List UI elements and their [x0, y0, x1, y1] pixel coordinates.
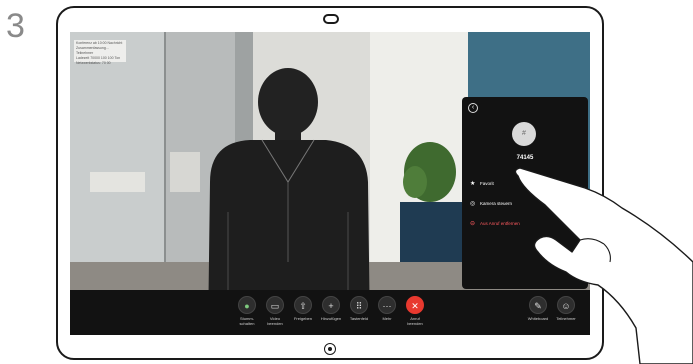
stats-line: Zusammenfassung... Teilnehmer — [76, 46, 109, 55]
favorite-menu-item[interactable]: ★ Favorit — [470, 179, 494, 189]
participant-panel: ‹ # 74145 ★ Favorit ◎ Kamera steuern ⊖ Aus … — [462, 97, 588, 289]
keypad-icon: ⠿ — [350, 296, 368, 314]
menu-item-label: Aus Anruf entfernen — [480, 221, 520, 226]
back-button[interactable]: ‹ — [468, 103, 478, 113]
participants-icon: ☺ — [557, 296, 575, 314]
panel-scrollbar[interactable] — [583, 187, 585, 217]
end-call-icon: ✕ — [406, 296, 424, 314]
end-call-button[interactable]: ✕ Anruf beenden — [397, 296, 433, 326]
share-icon: ⇧ — [294, 296, 312, 314]
device-camera-icon — [323, 14, 339, 24]
participants-button[interactable]: ☺ Teilnehmer — [548, 296, 584, 321]
video-call-screen: Konferenz ab 10:00 Nachricht Zusammenfas… — [70, 32, 590, 335]
call-toolbar: ● Stumm- schalten ▭ Video beenden ⇧ Frei… — [70, 290, 590, 335]
device-home-button[interactable] — [324, 343, 336, 355]
plus-icon: + — [322, 296, 340, 314]
menu-item-label: Kamera steuern — [480, 201, 513, 206]
step-number: 3 — [6, 7, 25, 45]
stats-line: Netzwerkstatus: 70 00 — [76, 61, 111, 65]
star-icon: ★ — [470, 181, 476, 187]
self-view-stats: Konferenz ab 10:00 Nachricht Zusammenfas… — [74, 40, 126, 65]
video-icon: ▭ — [266, 296, 284, 314]
end-call-label: Anruf beenden — [407, 316, 423, 326]
camera-control-menu-item[interactable]: ◎ Kamera steuern — [470, 199, 512, 209]
chevron-left-icon: ‹ — [471, 104, 475, 111]
contact-avatar: # — [512, 122, 536, 146]
participants-label: Teilnehmer — [556, 316, 576, 321]
whiteboard-icon: ✎ — [529, 296, 547, 314]
touch-device-frame: Konferenz ab 10:00 Nachricht Zusammenfas… — [56, 6, 604, 360]
remove-from-call-menu-item[interactable]: ⊖ Aus Anruf entfernen — [470, 219, 520, 229]
microphone-icon: ● — [238, 296, 256, 314]
remove-icon: ⊖ — [470, 221, 476, 227]
more-icon: ⋯ — [378, 296, 396, 314]
camera-control-icon: ◎ — [470, 201, 476, 207]
menu-item-label: Favorit — [480, 181, 494, 186]
contact-number: 74145 — [516, 155, 534, 161]
